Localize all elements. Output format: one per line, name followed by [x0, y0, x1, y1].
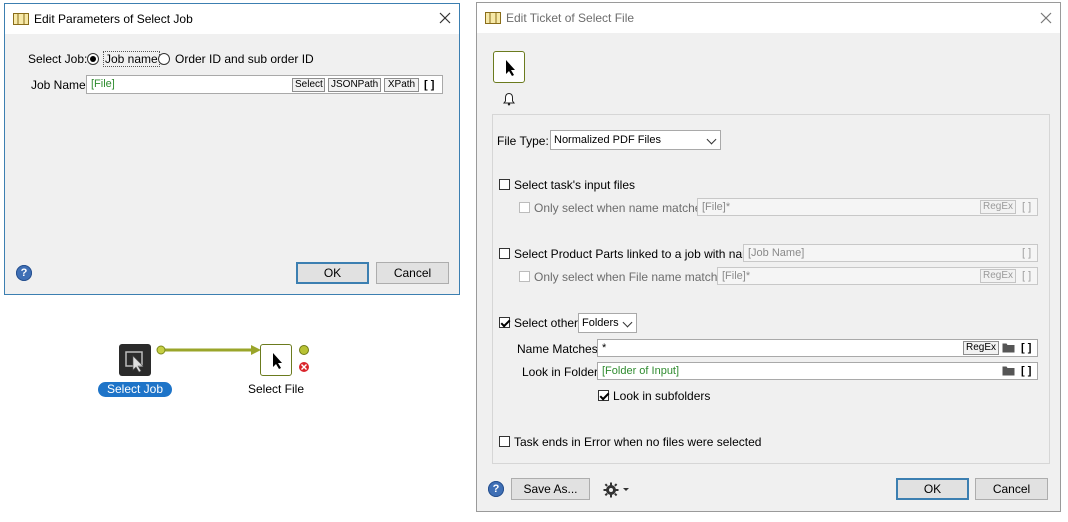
bracket-button[interactable]: [ ]	[424, 78, 434, 92]
radio-order-id-label[interactable]: Order ID and sub order ID	[175, 52, 314, 66]
file-type-select[interactable]: Normalized PDF Files	[550, 130, 721, 150]
edit-ticket-dialog: Edit Ticket of Select File File Type: No…	[476, 2, 1061, 512]
look-in-folder-label: Look in Folder:	[522, 365, 602, 379]
select-other-label[interactable]: Select other	[514, 316, 578, 330]
save-as-button[interactable]: Save As...	[511, 478, 590, 500]
cancel-button[interactable]: Cancel	[975, 478, 1048, 500]
folder-icon[interactable]	[1002, 342, 1015, 353]
gear-icon[interactable]	[603, 481, 621, 499]
select-job-icon	[125, 351, 144, 373]
switch-app-icon	[13, 13, 29, 25]
look-in-folder-field[interactable]: [Folder of Input] [ ]	[597, 362, 1038, 380]
dialog-titlebar: Edit Parameters of Select Job	[5, 4, 459, 34]
edit-parameters-dialog: Edit Parameters of Select Job Select Job…	[4, 3, 460, 295]
bracket-button[interactable]: [ ]	[1021, 364, 1031, 378]
xpath-button[interactable]: XPath	[384, 78, 419, 92]
bell-icon[interactable]	[502, 92, 516, 106]
product-parts-pattern-value: [File]*	[722, 270, 751, 282]
regex-button[interactable]: RegEx	[963, 341, 999, 355]
bracket-button[interactable]: [ ]	[1022, 246, 1031, 260]
help-icon[interactable]: ?	[488, 481, 504, 497]
radio-job-name-label[interactable]: Job name	[103, 51, 160, 67]
regex-button[interactable]: RegEx	[980, 200, 1016, 214]
product-parts-pattern-field[interactable]: [File]* RegEx [ ]	[717, 267, 1038, 285]
select-job-label: Select Job:	[28, 52, 88, 66]
select-file-node-label[interactable]: Select File	[240, 382, 312, 396]
select-other-checkbox[interactable]	[499, 317, 510, 328]
bracket-button[interactable]: [ ]	[1021, 341, 1031, 355]
chevron-down-icon	[706, 134, 717, 145]
help-icon[interactable]: ?	[16, 265, 32, 281]
only-select-name-label[interactable]: Only select when name matches:	[534, 201, 711, 215]
regex-button[interactable]: RegEx	[980, 269, 1016, 283]
radio-job-name[interactable]	[87, 53, 99, 65]
name-matches-label: Name Matches:	[517, 342, 602, 356]
only-select-name-checkbox[interactable]	[519, 202, 530, 213]
input-files-pattern-field[interactable]: [File]* RegEx [ ]	[697, 198, 1038, 216]
job-name-value: [File]	[91, 78, 115, 90]
bracket-button[interactable]: [ ]	[1022, 269, 1031, 283]
look-in-subfolders-checkbox[interactable]	[598, 390, 609, 401]
select-other-value: Folders	[582, 317, 619, 329]
select-job-node-label[interactable]: Select Job	[98, 382, 172, 397]
ok-button[interactable]: OK	[896, 478, 969, 500]
select-file-node[interactable]	[260, 344, 292, 376]
jsonpath-button[interactable]: JSONPath	[328, 78, 381, 92]
chevron-down-icon	[622, 317, 633, 328]
dialog-title: Edit Ticket of Select File	[506, 11, 635, 25]
close-icon[interactable]	[1039, 11, 1053, 25]
radio-order-id[interactable]	[158, 53, 170, 65]
bracket-button[interactable]: [ ]	[1022, 200, 1031, 214]
select-other-select[interactable]: Folders	[578, 313, 637, 333]
pointer-icon	[273, 353, 282, 369]
look-in-folder-value: [Folder of Input]	[602, 365, 680, 377]
job-name-field[interactable]: [Job Name] [ ]	[743, 244, 1038, 262]
select-input-files-checkbox[interactable]	[499, 179, 510, 190]
error-connector-icon	[299, 362, 309, 372]
name-matches-value: *	[602, 342, 607, 354]
select-job-node[interactable]	[119, 344, 151, 376]
file-type-value: Normalized PDF Files	[554, 134, 661, 146]
file-type-label: File Type:	[497, 134, 549, 148]
select-button[interactable]: Select	[292, 78, 325, 92]
output-connector-icon	[299, 345, 309, 355]
select-product-parts-label[interactable]: Select Product Parts linked to a job wit…	[514, 247, 762, 261]
name-matches-field[interactable]: * RegEx [ ]	[597, 339, 1038, 357]
ticket-panel	[492, 114, 1050, 464]
close-icon[interactable]	[438, 11, 452, 25]
dialog-title: Edit Parameters of Select Job	[34, 12, 193, 26]
job-name-field-value: [Job Name]	[748, 247, 805, 259]
only-select-file-name-label[interactable]: Only select when File name matches:	[534, 270, 733, 284]
switch-app-icon	[485, 12, 501, 24]
task-icon-button[interactable]	[493, 51, 525, 83]
look-in-subfolders-label[interactable]: Look in subfolders	[613, 389, 710, 403]
job-name-label: Job Name:	[31, 78, 90, 92]
input-files-pattern-value: [File]*	[702, 201, 731, 213]
task-ends-error-label[interactable]: Task ends in Error when no files were se…	[514, 435, 761, 449]
dropdown-arrow-icon[interactable]	[623, 487, 629, 492]
ok-button[interactable]: OK	[296, 262, 369, 284]
folder-icon[interactable]	[1002, 365, 1015, 376]
cancel-button[interactable]: Cancel	[376, 262, 449, 284]
job-name-field[interactable]: [File] Select JSONPath XPath [ ]	[86, 75, 443, 94]
dialog-titlebar: Edit Ticket of Select File	[477, 3, 1060, 33]
task-ends-error-checkbox[interactable]	[499, 436, 510, 447]
pointer-icon	[506, 60, 515, 76]
flow-connector	[156, 345, 261, 355]
only-select-file-name-checkbox[interactable]	[519, 271, 530, 282]
select-input-files-label[interactable]: Select task's input files	[514, 178, 635, 192]
select-product-parts-checkbox[interactable]	[499, 248, 510, 259]
